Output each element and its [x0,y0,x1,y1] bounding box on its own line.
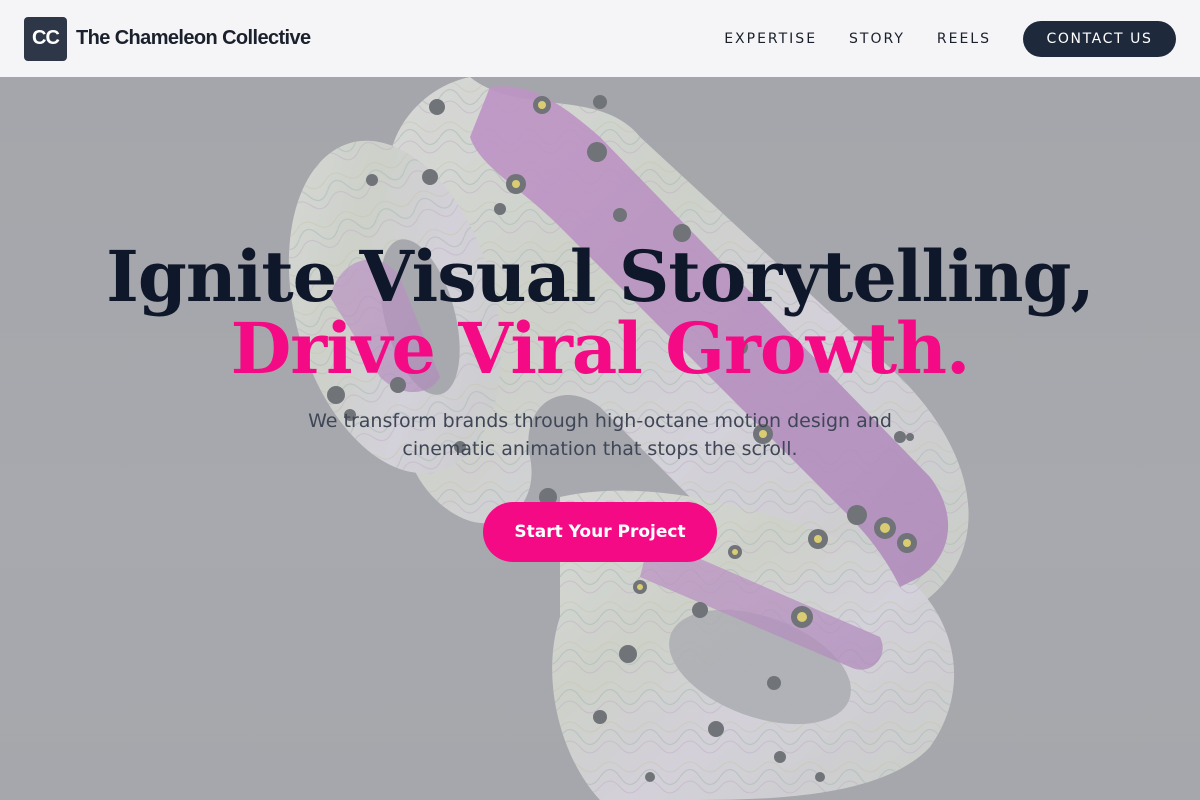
start-project-button[interactable]: Start Your Project [483,502,717,562]
main-nav: EXPERTISE STORY REELS CONTACT US [724,20,1176,57]
logo-initials: CC [32,27,60,49]
nav-link-reels[interactable]: REELS [937,31,991,47]
hero-section: Ignite Visual Storytelling, Drive Viral … [0,77,1200,800]
brand-name[interactable]: The Chameleon Collective [76,27,311,50]
hero-headline-line-1: Ignite Visual Storytelling, [106,235,1095,318]
logo[interactable]: CC [24,16,67,61]
site-header: CC The Chameleon Collective EXPERTISE ST… [0,0,1200,77]
nav-link-story[interactable]: STORY [849,31,905,47]
nav-link-expertise[interactable]: EXPERTISE [724,31,817,47]
start-project-label: Start Your Project [514,522,686,542]
contact-us-button[interactable]: CONTACT US [1023,20,1176,57]
hero-headline-line-2: Drive Viral Growth. [230,307,971,390]
hero-subtitle: We transform brands through high-octane … [308,410,892,460]
contact-us-label: CONTACT US [1046,30,1153,47]
